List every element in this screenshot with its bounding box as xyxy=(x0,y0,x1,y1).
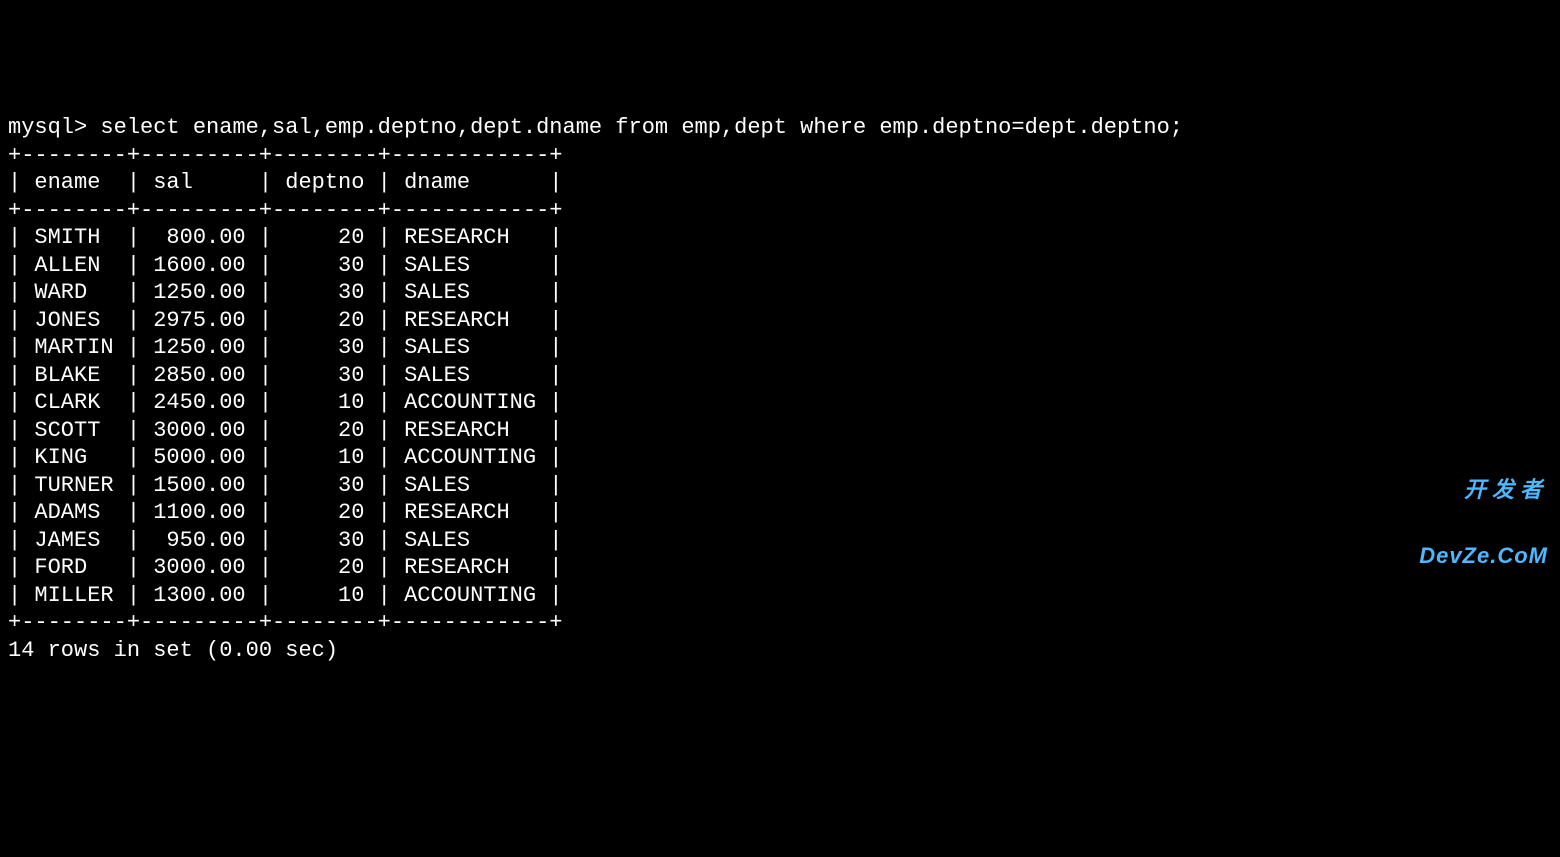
table-border-bottom: +--------+---------+--------+-----------… xyxy=(8,610,563,635)
watermark-line2: DevZe.CoM xyxy=(1419,545,1548,567)
mysql-prompt: mysql> xyxy=(8,115,100,140)
table-border-top: +--------+---------+--------+-----------… xyxy=(8,143,563,168)
result-footer: 14 rows in set (0.00 sec) xyxy=(8,638,338,663)
table-border-mid: +--------+---------+--------+-----------… xyxy=(8,198,563,223)
terminal-output: mysql> select ename,sal,emp.deptno,dept.… xyxy=(8,114,1552,664)
sql-query: select ename,sal,emp.deptno,dept.dname f… xyxy=(100,115,1183,140)
table-body: | SMITH | 800.00 | 20 | RESEARCH | | ALL… xyxy=(8,225,563,608)
watermark: 开发者 DevZe.CoM xyxy=(1419,435,1548,589)
table-header-row: | ename | sal | deptno | dname | xyxy=(8,170,563,195)
watermark-line1: 开发者 xyxy=(1419,479,1548,501)
